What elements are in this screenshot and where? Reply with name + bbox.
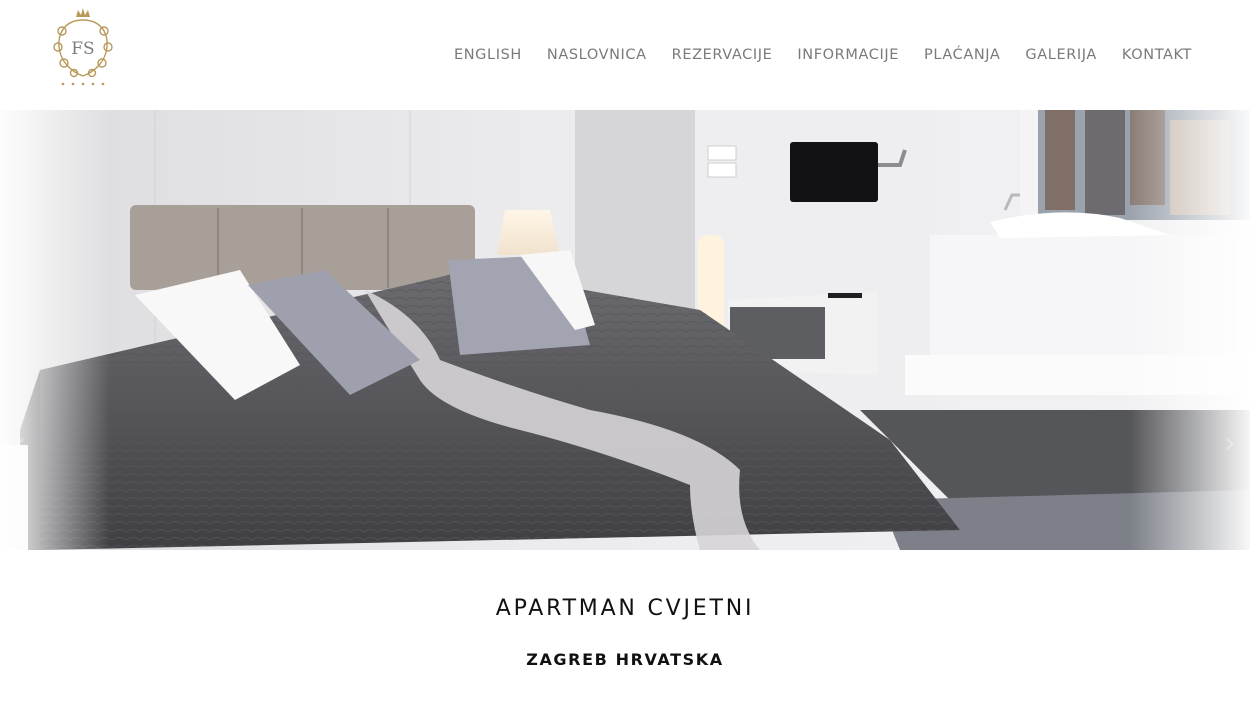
site-header: FS ENGLISH NASLOVNICA REZERVACIJE INFORM… — [0, 0, 1250, 110]
main-navigation: ENGLISH NASLOVNICA REZERVACIJE INFORMACI… — [454, 45, 1192, 65]
page-title: APARTMAN CVJETNI — [495, 596, 755, 621]
logo-text: FS — [71, 39, 94, 59]
nav-kontakt[interactable]: KONTAKT — [1122, 45, 1192, 65]
page-subtitle: ZAGREB HRVATSKA — [526, 650, 724, 669]
chevron-left-icon[interactable]: ‹ — [8, 426, 32, 460]
nav-naslovnica[interactable]: NASLOVNICA — [547, 45, 647, 65]
fs-crest-logo[interactable]: FS — [52, 6, 114, 88]
nav-english[interactable]: ENGLISH — [454, 45, 522, 65]
nav-placanja[interactable]: PLAĆANJA — [924, 45, 1000, 65]
nav-informacije[interactable]: INFORMACIJE — [797, 45, 899, 65]
chevron-right-icon[interactable]: › — [1218, 426, 1242, 460]
hero-slider: ‹ › — [0, 110, 1250, 550]
logo-graphic: FS — [53, 8, 113, 86]
nav-galerija[interactable]: GALERIJA — [1025, 45, 1097, 65]
bedroom-photo — [0, 110, 1250, 550]
nav-rezervacije[interactable]: REZERVACIJE — [672, 45, 773, 65]
